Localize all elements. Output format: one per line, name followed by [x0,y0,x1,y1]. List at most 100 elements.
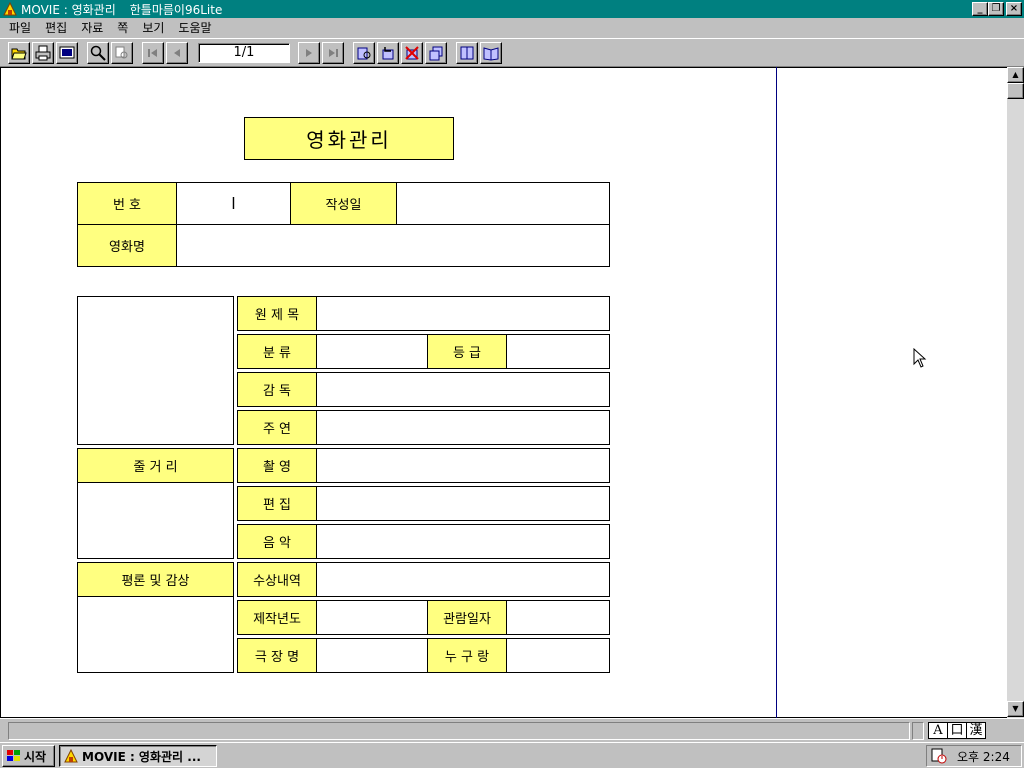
preview-button[interactable] [56,42,78,64]
copy-record-button[interactable] [425,42,447,64]
page-boundary [776,67,777,718]
system-tray: 오후 2:24 [926,745,1022,767]
insert-record-icon [382,47,394,60]
viewing-date-label: 관람일자 [427,600,507,635]
menu-edit[interactable]: 편집 [38,19,74,37]
scroll-up-arrow-icon[interactable]: ▲ [1007,67,1024,83]
first-page-icon [148,49,157,57]
menu-help[interactable]: 도움말 [171,19,218,37]
taskbar: 시작 MOVIE : 영화관리 ... 오후 2:24 [0,742,1024,768]
editing-label: 편 집 [237,486,317,521]
synopsis-label: 줄 거 리 [77,448,234,483]
last-page-icon [329,49,338,57]
cinematography-field[interactable] [316,448,610,483]
menu-page[interactable]: 쪽 [110,19,135,37]
category-field[interactable] [316,334,428,369]
minimize-button[interactable]: _ [972,2,988,16]
theater-label: 극 장 명 [237,638,317,673]
clock[interactable]: 오후 2:24 [957,748,1010,765]
open-icon [11,48,27,60]
find-replace-button[interactable] [111,42,133,64]
next-page-icon [306,49,312,57]
print-icon [35,45,51,61]
movie-name-label: 영화명 [77,224,177,267]
synopsis-field[interactable] [77,482,234,559]
date-label: 작성일 [290,182,397,225]
status-message [8,722,910,740]
add-record-button[interactable] [353,42,375,64]
movie-name-field[interactable] [176,224,610,267]
number-field[interactable]: l [176,182,291,225]
director-field[interactable] [316,372,610,407]
poster-field[interactable] [77,296,234,445]
rating-label: 등 급 [427,334,507,369]
toolbar: 1/1 [0,38,1024,67]
insert-record-button[interactable] [377,42,399,64]
ime-width-mode[interactable]: 口 [947,722,967,739]
prev-page-button[interactable] [166,42,188,64]
companion-field[interactable] [506,638,610,673]
page-indicator[interactable]: 1/1 [198,43,290,63]
book-button[interactable] [456,42,478,64]
scroll-down-arrow-icon[interactable]: ▼ [1007,701,1024,717]
restore-button[interactable]: ❐ [988,2,1004,16]
windows-logo-icon [7,750,20,761]
last-page-button[interactable] [322,42,344,64]
ime-alpha-mode[interactable]: A [928,722,948,739]
menu-data[interactable]: 자료 [74,19,110,37]
menu-bar: 파일 편집 자료 쪽 보기 도움말 [0,18,1024,38]
book-open-button[interactable] [480,42,502,64]
preview-icon [59,46,75,59]
title-bar: MOVIE : 영화관리 한틀마름이96Lite _ ❐ × [0,0,1024,18]
awards-field[interactable] [316,562,610,597]
start-label: 시작 [24,749,47,764]
review-label: 평론 및 감상 [77,562,234,597]
find-replace-icon [115,46,128,59]
music-field[interactable] [316,524,610,559]
number-label: 번 호 [77,182,177,225]
review-field[interactable] [77,596,234,673]
ime-hanja-mode[interactable]: 漢 [966,722,986,739]
companion-label: 누 구 랑 [427,638,507,673]
first-page-button[interactable] [142,42,164,64]
menu-view[interactable]: 보기 [135,19,171,37]
search-button[interactable] [87,42,109,64]
original-title-field[interactable] [316,296,610,331]
director-label: 감 독 [237,372,317,407]
book-open-icon [483,47,499,61]
app-icon [64,748,78,763]
delete-record-button[interactable] [401,42,423,64]
cast-field[interactable] [316,410,610,445]
delete-record-icon [405,46,419,60]
category-label: 분 류 [237,334,317,369]
form-title: 영화관리 [244,117,454,160]
production-year-field[interactable] [316,600,428,635]
mouse-cursor-icon [913,348,927,368]
add-record-icon [357,47,371,60]
theater-field[interactable] [316,638,428,673]
app-icon[interactable] [2,1,18,17]
viewing-date-field[interactable] [506,600,610,635]
task-label: MOVIE : 영화관리 ... [82,749,201,764]
open-button[interactable] [8,42,30,64]
copy-record-icon [429,46,443,61]
date-field[interactable] [396,182,610,225]
window-title: MOVIE : 영화관리 한틀마름이96Lite [21,2,223,17]
scheduler-icon[interactable] [931,748,947,764]
book-icon [460,46,474,60]
vertical-scrollbar[interactable]: ▲ ▼ [1007,67,1024,718]
awards-label: 수상내역 [237,562,317,597]
rating-field[interactable] [506,334,610,369]
next-page-button[interactable] [298,42,320,64]
music-label: 음 악 [237,524,317,559]
menu-file[interactable]: 파일 [2,19,38,37]
production-year-label: 제작년도 [237,600,317,635]
cinematography-label: 촬 영 [237,448,317,483]
task-movie-window[interactable]: MOVIE : 영화관리 ... [59,745,217,767]
editing-field[interactable] [316,486,610,521]
start-button[interactable]: 시작 [2,745,55,767]
prev-page-icon [174,49,180,57]
print-button[interactable] [32,42,54,64]
close-button[interactable]: × [1006,2,1022,16]
scroll-thumb[interactable] [1007,83,1024,99]
